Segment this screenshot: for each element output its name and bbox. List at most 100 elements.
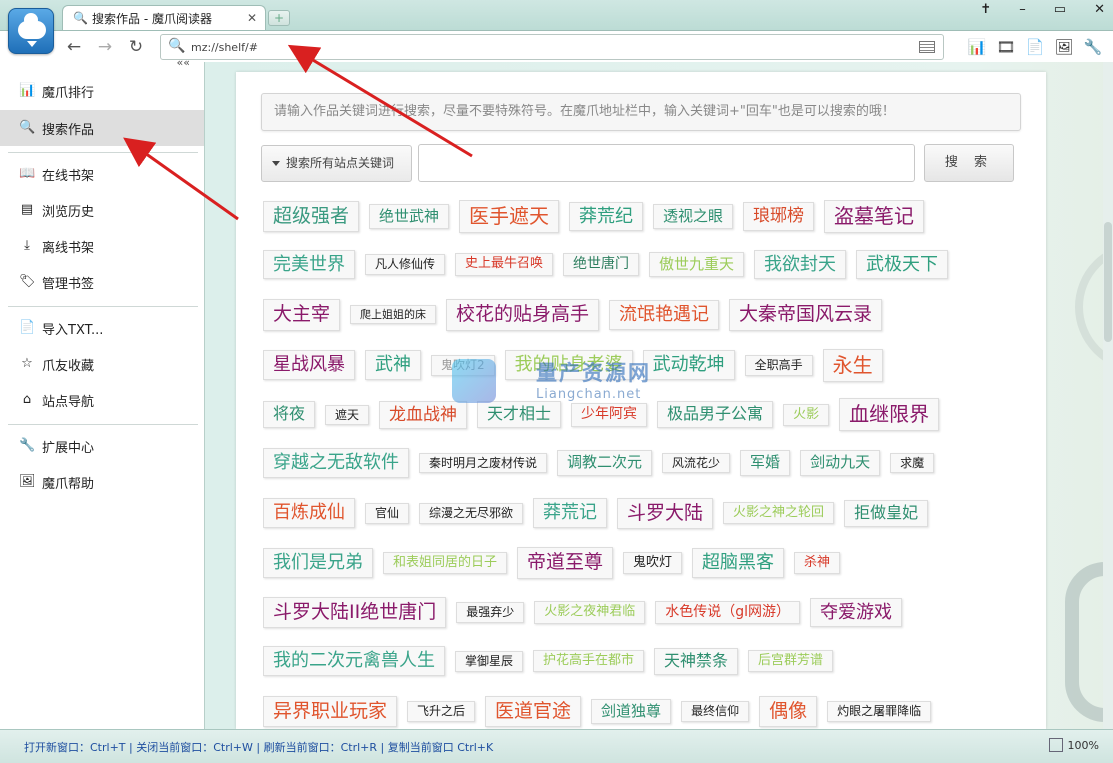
tag-link[interactable]: 绝世武神 [369, 203, 450, 230]
tag-link[interactable]: 武极天下 [856, 249, 949, 280]
tag-link[interactable]: 军婚 [740, 450, 791, 476]
tag-link[interactable]: 将夜 [263, 401, 316, 429]
tab-search-works[interactable]: 🔍 搜索作品 - 魔爪阅读器 ✕ [62, 5, 266, 30]
tag-link[interactable]: 天神禁条 [654, 647, 739, 675]
tag-link[interactable]: 傲世九重天 [649, 251, 745, 278]
tag-link[interactable]: 调教二次元 [557, 450, 653, 476]
tag-link[interactable]: 我们是兄弟 [263, 547, 373, 578]
sidebar-item-extensions[interactable]: 🔧 扩展中心 [0, 428, 204, 464]
tag-link[interactable]: 官仙 [365, 503, 410, 524]
tag-link[interactable]: 火影 [783, 403, 830, 426]
sidebar-item-history[interactable]: ▤ 浏览历史 [0, 192, 204, 228]
refresh-button[interactable]: ↻ [124, 36, 148, 58]
tag-link[interactable]: 最终信仰 [681, 701, 750, 723]
close-window-icon[interactable]: ✕ [1094, 2, 1105, 17]
tag-link[interactable]: 医道官途 [485, 696, 582, 728]
sidebar-item-site-nav[interactable]: ⌂ 站点导航 [0, 382, 204, 418]
sidebar-item-bookmarks[interactable]: 🏷 管理书签 [0, 264, 204, 300]
scrollbar[interactable] [1103, 62, 1113, 729]
tag-link[interactable]: 帝道至尊 [517, 547, 614, 579]
tag-link[interactable]: 水色传说（gl网游） [655, 600, 801, 625]
tag-link[interactable]: 鬼吹灯 [623, 551, 683, 574]
search-scope-dropdown[interactable]: 搜索所有站点关键词 [261, 145, 412, 182]
tag-link[interactable]: 剑动九天 [800, 450, 881, 476]
app-logo[interactable] [8, 8, 54, 54]
zoom-icon[interactable] [1049, 738, 1063, 752]
tag-link[interactable]: 穿越之无敌软件 [263, 448, 409, 478]
tag-link[interactable]: 杀神 [794, 551, 841, 574]
tag-link[interactable]: 全职高手 [744, 355, 813, 376]
tag-link[interactable]: 琅琊榜 [743, 202, 815, 231]
tag-link[interactable]: 超级强者 [263, 200, 360, 233]
tag-link[interactable]: 盗墓笔记 [824, 200, 925, 233]
restore-icon[interactable]: ▭ [1054, 2, 1066, 17]
tag-link[interactable]: 史上最牛召唤 [455, 253, 554, 276]
tag-link[interactable]: 血继限界 [839, 398, 940, 432]
collapse-sidebar-button[interactable]: «« [177, 56, 190, 69]
bar-chart-icon[interactable]: 📊 [967, 37, 987, 57]
tag-link[interactable]: 莽荒纪 [569, 201, 644, 232]
tag-link[interactable]: 飞升之后 [407, 701, 476, 723]
sidebar-item-online-shelf[interactable]: 📖 在线书架 [0, 156, 204, 192]
sidebar-item-help[interactable]: 🖼 魔爪帮助 [0, 464, 204, 500]
tag-link[interactable]: 百炼成仙 [263, 498, 355, 529]
film-icon[interactable]: 🎞 [996, 37, 1016, 57]
tag-link[interactable]: 医手遮天 [459, 200, 560, 233]
tag-link[interactable]: 秦时明月之废材传说 [419, 452, 548, 474]
scrollbar-thumb[interactable] [1104, 222, 1112, 342]
tag-link[interactable]: 火影之神之轮回 [723, 502, 835, 525]
tag-link[interactable]: 透视之眼 [653, 203, 734, 230]
reader-mode-icon[interactable] [919, 41, 935, 53]
tag-link[interactable]: 综漫之无尽邪欲 [419, 503, 524, 524]
tag-link[interactable]: 风流花少 [662, 452, 731, 474]
sidebar-item-ranking[interactable]: 📊 魔爪排行 [0, 73, 204, 109]
close-icon[interactable]: ✕ [247, 11, 257, 25]
tag-link[interactable]: 斗罗大陆 [617, 497, 714, 530]
tag-link[interactable]: 我的二次元禽兽人生 [263, 646, 445, 677]
pin-icon[interactable]: ✝ [980, 2, 991, 17]
tag-link[interactable]: 斗罗大陆II绝世唐门 [263, 596, 447, 629]
tag-link[interactable]: 莽荒记 [533, 498, 608, 529]
tag-link[interactable]: 武神 [365, 350, 421, 381]
copy-icon[interactable]: 📄 [1025, 37, 1045, 57]
tag-link[interactable]: 剑道独尊 [591, 699, 672, 725]
tag-link[interactable]: 我欲封天 [754, 249, 847, 280]
minimize-icon[interactable]: – [1019, 2, 1026, 17]
tag-link[interactable]: 凡人修仙传 [365, 254, 446, 275]
tag-link[interactable]: 流氓艳遇记 [609, 299, 720, 330]
tag-link[interactable]: 拒做皇妃 [844, 499, 929, 527]
tag-link[interactable]: 求魔 [890, 452, 935, 474]
search-button[interactable]: 搜 索 [924, 144, 1014, 182]
tag-link[interactable]: 爬上姐姐的床 [350, 305, 437, 325]
new-tab-button[interactable]: + [268, 10, 290, 26]
tag-link[interactable]: 大主宰 [263, 299, 341, 331]
tag-link[interactable]: 异界职业玩家 [263, 696, 398, 728]
tag-link[interactable]: 后宫群芳谱 [748, 650, 834, 673]
tag-link[interactable]: 灼眼之屠罪降临 [827, 701, 932, 723]
wrench-icon[interactable]: 🔧 [1083, 37, 1103, 57]
tag-link[interactable]: 偶像 [759, 696, 818, 728]
tag-link[interactable]: 超脑黑客 [692, 547, 785, 578]
tag-link[interactable]: 掌御星辰 [455, 651, 524, 672]
tag-link[interactable]: 护花高手在都市 [533, 650, 645, 673]
tag-link[interactable]: 绝世唐门 [563, 252, 640, 277]
sidebar-item-import-txt[interactable]: 📄 导入TXT... [0, 310, 204, 346]
tag-link[interactable]: 星战风暴 [263, 350, 355, 381]
tag-link[interactable]: 大秦帝国风云录 [729, 299, 883, 331]
sidebar-item-offline-shelf[interactable]: ⤓ 离线书架 [0, 228, 204, 264]
tag-link[interactable]: 夺爱游戏 [810, 597, 903, 628]
tag-link[interactable]: 遮天 [325, 404, 370, 426]
search-input[interactable] [418, 144, 915, 182]
sidebar-item-search[interactable]: 🔍 搜索作品 [0, 110, 204, 146]
back-button[interactable]: ← [62, 36, 86, 58]
tag-link[interactable]: 校花的贴身高手 [446, 299, 600, 331]
tag-link[interactable]: 极品男子公寓 [657, 401, 774, 429]
forward-button[interactable]: → [93, 36, 117, 58]
address-bar[interactable]: 🔍 mz://shelf/# [160, 34, 944, 60]
zoom-level[interactable]: 100% [1068, 739, 1099, 752]
tag-link[interactable]: 最强弃少 [456, 602, 525, 623]
image-icon[interactable]: 🖼 [1054, 37, 1074, 57]
tag-link[interactable]: 永生 [822, 348, 883, 382]
sidebar-item-favorites[interactable]: ☆ 爪友收藏 [0, 346, 204, 382]
tag-link[interactable]: 完美世界 [263, 249, 355, 280]
